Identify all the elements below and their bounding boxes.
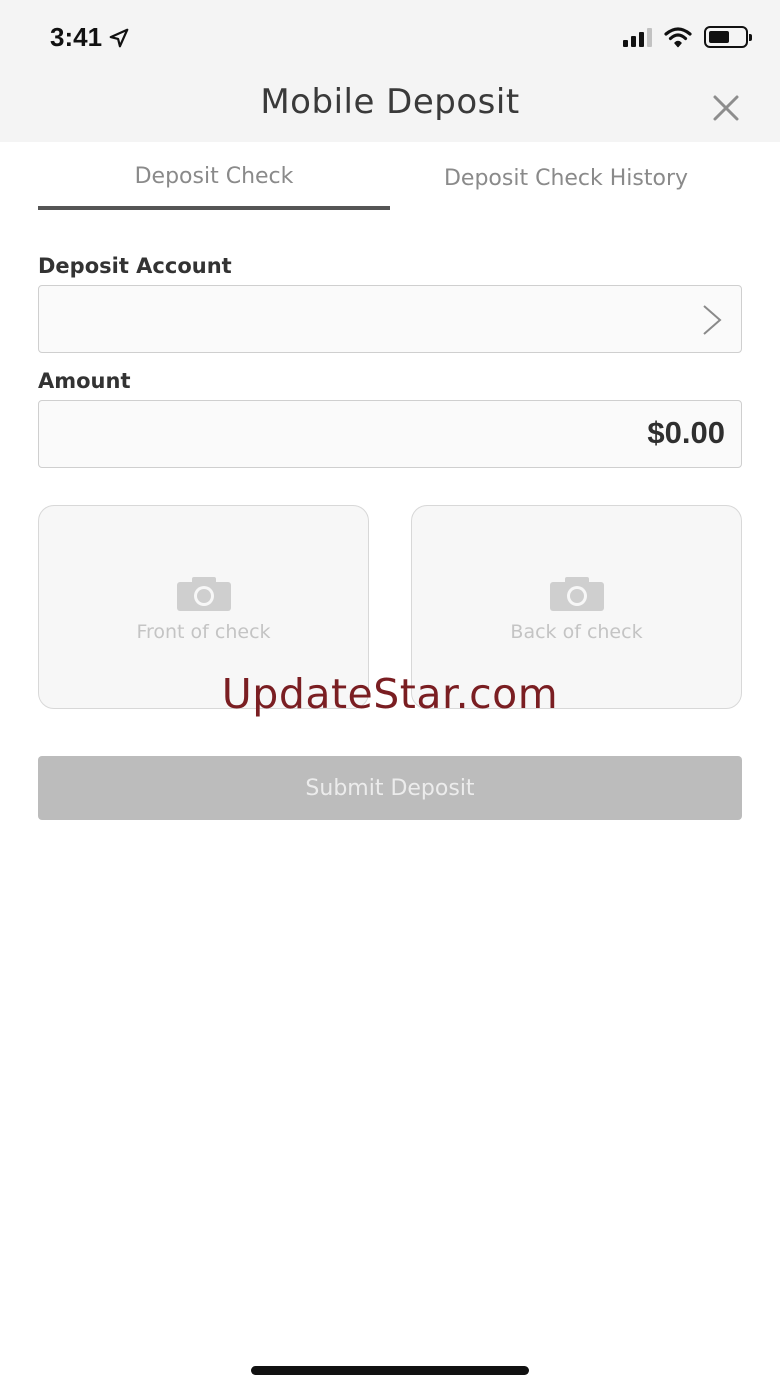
watermark: UpdateStar.com	[221, 670, 559, 718]
tab-bar: Deposit Check Deposit Check History	[38, 142, 742, 212]
front-of-check-caption: Front of check	[136, 621, 271, 643]
status-time: 3:41	[50, 22, 130, 53]
tab-deposit-check[interactable]: Deposit Check	[38, 142, 390, 210]
amount-label: Amount	[38, 369, 131, 393]
tab-deposit-check-history[interactable]: Deposit Check History	[390, 142, 742, 210]
amount-field[interactable]: $0.00	[38, 400, 742, 468]
camera-icon	[549, 577, 604, 611]
status-icons	[623, 26, 752, 48]
back-of-check-caption: Back of check	[510, 621, 643, 643]
wifi-icon	[664, 27, 692, 48]
close-icon[interactable]	[710, 92, 742, 124]
location-arrow-icon	[109, 28, 129, 47]
battery-icon	[704, 26, 752, 48]
cellular-signal-icon	[623, 27, 652, 47]
top-bar: 3:41 Mobile Deposit	[0, 0, 780, 142]
amount-input[interactable]: $0.00	[325, 415, 725, 451]
deposit-account-label: Deposit Account	[38, 254, 232, 278]
page-title: Mobile Deposit	[260, 82, 520, 122]
camera-icon	[176, 577, 231, 611]
submit-deposit-button[interactable]: Submit Deposit	[38, 756, 742, 820]
mobile-deposit-screen: 3:41 Mobile Deposit Deposit Check Deposi…	[0, 0, 780, 1387]
time-text: 3:41	[50, 22, 103, 52]
deposit-account-selector[interactable]	[38, 285, 742, 353]
home-indicator[interactable]	[251, 1366, 529, 1375]
chevron-right-icon	[703, 305, 722, 335]
